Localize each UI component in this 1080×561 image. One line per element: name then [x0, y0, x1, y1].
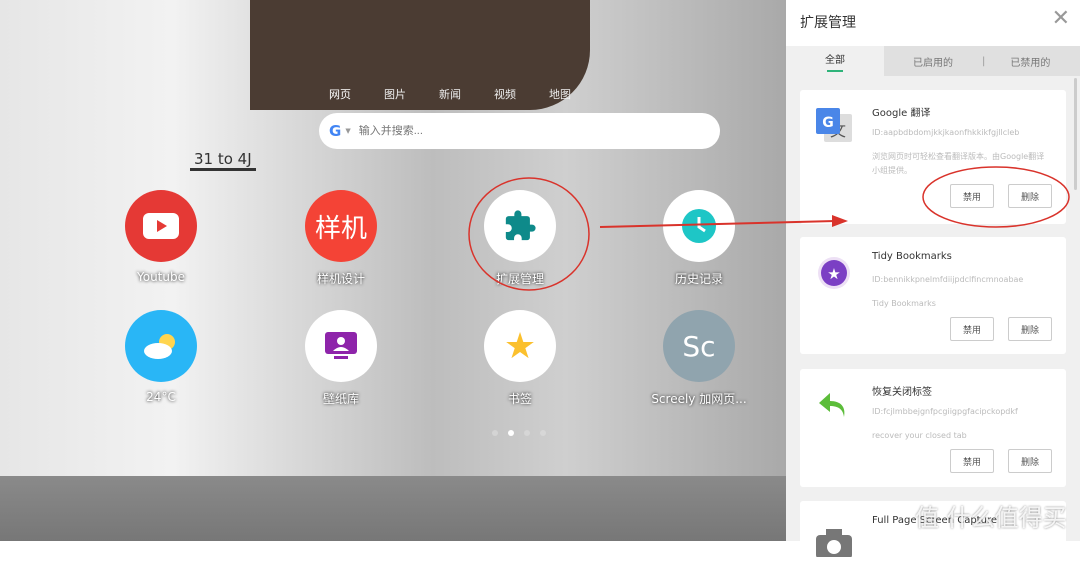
extension-id: ID:aapbdbdomjkkjkaonfhkkikfgjllcleb [872, 128, 1020, 137]
extension-card: ★ Tidy Bookmarks ID:bennikkpnelmfdiijpdc… [800, 237, 1066, 354]
app-label: 24°C [146, 390, 176, 404]
mockup-icon: 样机 [305, 190, 377, 262]
star-icon: ★ [484, 310, 556, 382]
extension-id: ID:fcjlmbbejgnfpcgiigpgfacipckopdkf [872, 407, 1018, 416]
watermark: 值 什么值得买 [915, 504, 1067, 532]
clock-icon [663, 190, 735, 262]
app-extension-manager[interactable]: 扩展管理 [460, 190, 580, 287]
app-bookmarks[interactable]: ★ 书签 [460, 310, 580, 407]
svg-text:★: ★ [827, 265, 840, 283]
app-weather[interactable]: 24°C [101, 310, 221, 404]
chevron-down-icon[interactable]: ▼ [345, 127, 350, 135]
app-label: 扩展管理 [495, 272, 544, 286]
extension-name: 恢复关闭标签 [872, 387, 932, 398]
page-dot[interactable] [540, 430, 546, 436]
active-tab-underline [827, 69, 843, 72]
tab-disabled[interactable]: 已禁用的 [985, 46, 1075, 76]
app-youtube[interactable]: Youtube [101, 190, 221, 284]
disable-button[interactable]: 禁用 [950, 184, 994, 208]
panel-title: 扩展管理 [800, 15, 856, 31]
search-bar: G ▼ [319, 113, 720, 149]
svg-text:G: G [822, 115, 834, 131]
app-label: 样机设计 [316, 272, 365, 286]
search-type-tabs: 网页 图片 新闻 视频 地图 [329, 86, 604, 102]
extension-description: recover your closed tab [872, 431, 967, 440]
tab-label: 全部 [825, 54, 845, 66]
google-g-icon[interactable]: G [329, 122, 341, 140]
disable-button[interactable]: 禁用 [950, 317, 994, 341]
search-input[interactable] [358, 125, 659, 137]
app-label: 壁纸库 [322, 392, 359, 406]
panel-tabs: 全部 已启用的 | 已禁用的 [786, 46, 1080, 76]
app-mockup-design[interactable]: 样机 样机设计 [281, 190, 401, 287]
delete-button[interactable]: 删除 [1008, 317, 1052, 341]
search-tab-news[interactable]: 新闻 [439, 86, 494, 102]
delete-button[interactable]: 删除 [1008, 184, 1052, 208]
app-history[interactable]: 历史记录 [639, 190, 759, 287]
disable-button[interactable]: 禁用 [950, 449, 994, 473]
app-wallpaper[interactable]: 壁纸库 [281, 310, 401, 407]
extension-name: Tidy Bookmarks [872, 251, 952, 262]
app-screely[interactable]: Sc Screely 加网页... [639, 310, 759, 407]
weather-icon [125, 310, 197, 382]
app-label: 历史记录 [674, 272, 723, 286]
youtube-icon [125, 190, 197, 262]
extension-manager-panel: 扩展管理 ✕ 全部 已启用的 | 已禁用的 文G Google 翻译 ID:aa… [786, 0, 1080, 561]
tab-enabled[interactable]: 已启用的 [884, 46, 982, 76]
search-tab-images[interactable]: 图片 [384, 86, 439, 102]
extension-description: 浏览网页时可轻松查看翻译版本。由Google翻译小组提供。 [872, 152, 1045, 175]
wall-sign: 31 to 4J [190, 150, 256, 171]
extension-description: Tidy Bookmarks [872, 299, 936, 308]
search-tab-video[interactable]: 视频 [494, 86, 549, 102]
search-tab-map[interactable]: 地图 [549, 86, 604, 102]
extension-card: 恢复关闭标签 ID:fcjlmbbejgnfpcgiigpgfacipckopd… [800, 369, 1066, 487]
tab-all[interactable]: 全部 [786, 46, 884, 76]
app-label: Youtube [137, 270, 185, 284]
google-translate-icon: 文G [814, 106, 854, 146]
delete-button[interactable]: 删除 [1008, 449, 1052, 473]
close-icon[interactable]: ✕ [1052, 6, 1070, 31]
page-dot[interactable] [524, 430, 530, 436]
app-label: Screely 加网页... [651, 392, 747, 406]
extension-name: Google 翻译 [872, 108, 931, 119]
search-tab-web[interactable]: 网页 [329, 86, 384, 102]
camera-icon [814, 517, 854, 557]
screely-icon: Sc [663, 310, 735, 382]
page-indicator [492, 430, 546, 436]
extension-card: 文G Google 翻译 ID:aapbdbdomjkkjkaonfhkkikf… [800, 90, 1066, 224]
star-badge-icon: ★ [814, 253, 854, 293]
wallpaper-icon [305, 310, 377, 382]
scrollbar[interactable] [1074, 78, 1077, 190]
app-label: 书签 [507, 392, 532, 406]
undo-arrow-icon [814, 385, 854, 425]
extension-id: ID:bennikkpnelmfdiijpdclfincmnoabae [872, 275, 1024, 284]
puzzle-icon [484, 190, 556, 262]
page-dot[interactable] [492, 430, 498, 436]
page-dot-active[interactable] [508, 430, 514, 436]
